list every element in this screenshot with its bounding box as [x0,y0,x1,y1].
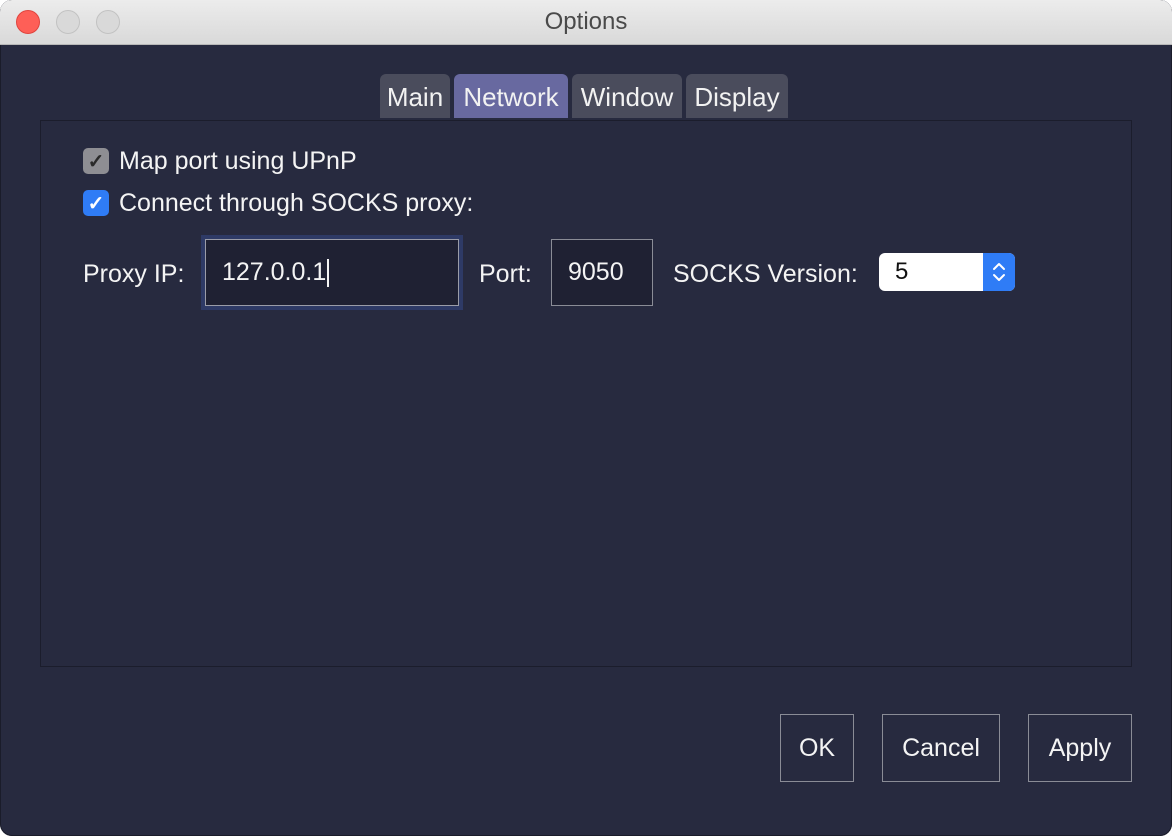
window-title: Options [544,8,628,35]
checkmark-icon: ✓ [87,150,105,173]
select-stepper[interactable] [983,253,1015,291]
upnp-option[interactable]: ✓ Map port using UPnP [83,146,357,176]
network-settings-panel: ✓ Map port using UPnP ✓ Connect through … [40,120,1132,667]
socks-version-select[interactable]: 5 [879,253,1015,291]
text-caret [327,258,330,287]
tab-display[interactable]: Display [686,74,788,118]
tab-window[interactable]: Window [572,74,682,118]
proxy-ip-label: Proxy IP: [83,260,185,288]
cancel-button[interactable]: Cancel [882,714,1000,782]
upnp-checkbox[interactable]: ✓ [83,148,109,174]
apply-button[interactable]: Apply [1028,714,1132,782]
socks-version-label: SOCKS Version: [673,260,858,288]
proxy-ip-input[interactable]: 127.0.0.1 [205,239,459,306]
socks-proxy-checkbox[interactable]: ✓ [83,190,109,216]
title-bar: Options [0,0,1172,45]
socks-proxy-label: Connect through SOCKS proxy: [119,188,474,217]
chevron-down-icon [993,274,1005,281]
chevron-up-icon [993,263,1005,270]
socks-version-value: 5 [895,258,909,285]
upnp-label: Map port using UPnP [119,146,357,175]
port-value: 9050 [568,258,624,286]
ok-button[interactable]: OK [780,714,854,782]
port-label: Port: [479,260,532,288]
options-window: Options Main Network Window Display ✓ Ma… [0,0,1172,836]
checkmark-icon: ✓ [87,192,105,215]
proxy-ip-value: 127.0.0.1 [222,258,327,286]
port-input[interactable]: 9050 [551,239,653,306]
socks-proxy-option[interactable]: ✓ Connect through SOCKS proxy: [83,188,473,218]
tab-network[interactable]: Network [454,74,568,118]
tab-main[interactable]: Main [380,74,450,118]
